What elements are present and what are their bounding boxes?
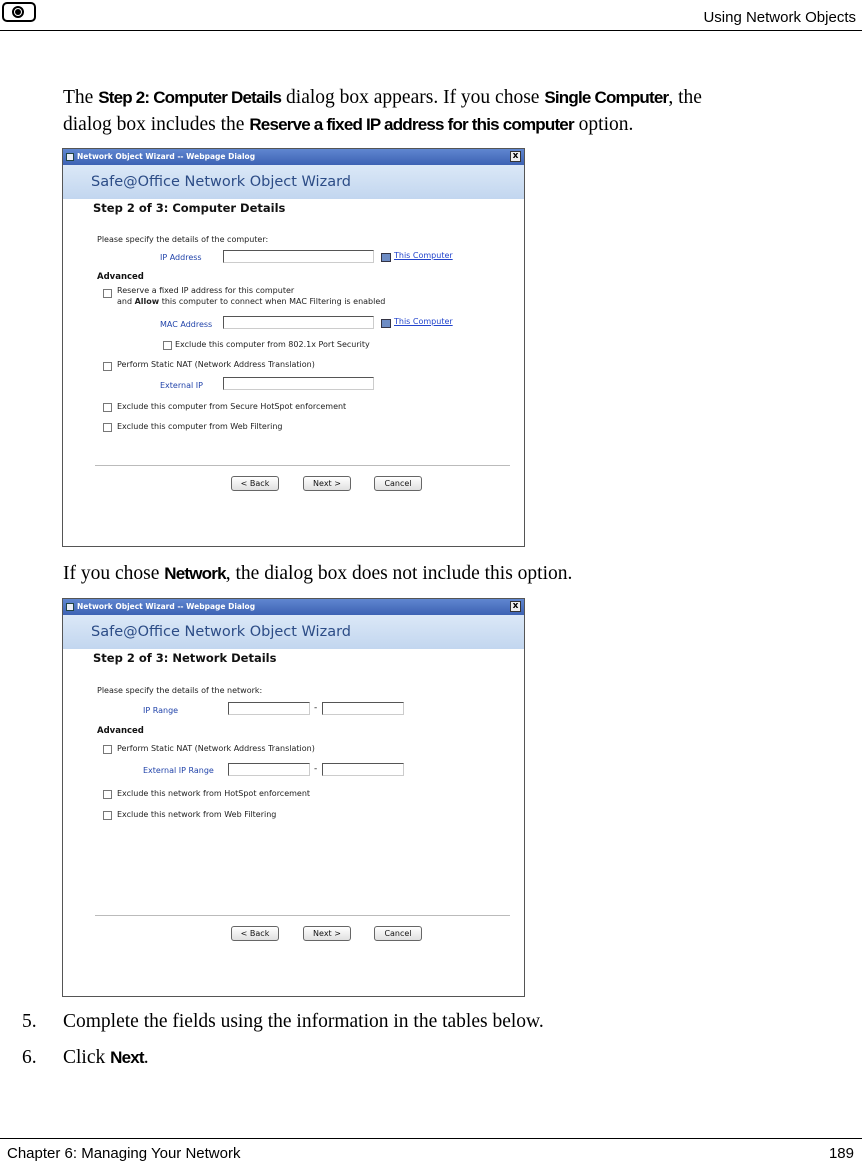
step-title: Step 2 of 3: Computer Details [93,201,286,215]
external-ip-field[interactable] [223,377,374,390]
ip-range-end-field[interactable] [322,702,404,715]
header-rule [0,30,862,31]
static-nat-checkbox[interactable] [103,362,112,371]
exclude-8021x-checkbox[interactable] [163,341,172,350]
exclude-web-checkbox[interactable] [103,423,112,432]
window-icon [66,153,74,161]
ip-address-label: IP Address [160,253,202,262]
this-computer-link-2[interactable]: This Computer [394,317,453,326]
wizard-banner: Safe@Office Network Object Wizard [63,615,524,649]
cancel-button[interactable]: Cancel [374,926,422,941]
instructions: Please specify the details of the networ… [97,686,263,695]
next-button[interactable]: Next > [303,476,351,491]
step-5: 5. Complete the fields using the informat… [22,1011,544,1032]
external-ip-label: External IP [160,381,203,390]
static-nat-label: Perform Static NAT (Network Address Tran… [117,744,315,753]
cancel-button[interactable]: Cancel [374,476,422,491]
external-ip-end-field[interactable] [322,763,404,776]
exclude-hotspot-label: Exclude this network from HotSpot enforc… [117,789,311,798]
exclude-hotspot-checkbox[interactable] [103,790,112,799]
next-button[interactable]: Next > [303,926,351,941]
ip-address-field[interactable] [223,250,374,263]
footer-chapter: Chapter 6: Managing Your Network [7,1145,241,1162]
computer-details-dialog: Network Object Wizard -- Webpage Dialog … [62,148,525,547]
dialog-titlebar: Network Object Wizard -- Webpage Dialog … [63,149,524,165]
ip-range-start-field[interactable] [228,702,310,715]
ip-range-label: IP Range [143,706,179,715]
window-icon [66,603,74,611]
separator [95,465,510,466]
footer-rule [0,1138,862,1139]
exclude-web-checkbox[interactable] [103,811,112,820]
instructions: Please specify the details of the comput… [97,235,269,244]
computer-icon [381,319,391,328]
wizard-banner: Safe@Office Network Object Wizard [63,165,524,199]
reserve-label: Reserve a fixed IP address for this comp… [117,286,295,295]
close-icon[interactable]: x [510,601,521,612]
dialog-titlebar: Network Object Wizard -- Webpage Dialog … [63,599,524,615]
exclude-web-label: Exclude this network from Web Filtering [117,810,277,819]
static-nat-label: Perform Static NAT (Network Address Tran… [117,360,315,369]
mac-address-field[interactable] [223,316,374,329]
back-button[interactable]: < Back [231,476,279,491]
page-number: 189 [828,1145,854,1162]
external-ip-start-field[interactable] [228,763,310,776]
reserve-checkbox[interactable] [103,289,112,298]
logo-icon [2,2,36,22]
header-title: Using Network Objects [703,9,856,26]
separator [95,915,510,916]
this-computer-link[interactable]: This Computer [394,251,453,260]
exclude-hotspot-checkbox[interactable] [103,403,112,412]
step-6: 6. Click Next. [22,1047,149,1068]
external-ip-range-label: External IP Range [143,766,214,775]
advanced-heading: Advanced [97,272,144,282]
reserve-label-2: and Allow this computer to connect when … [117,297,386,306]
static-nat-checkbox[interactable] [103,745,112,754]
close-icon[interactable]: x [510,151,521,162]
network-paragraph: If you chose Network, the dialog box doe… [63,563,573,584]
intro-paragraph: The Step 2: Computer Details dialog box … [63,87,702,135]
back-button[interactable]: < Back [231,926,279,941]
step-title: Step 2 of 3: Network Details [93,651,277,665]
mac-address-label: MAC Address [160,320,213,329]
range-dash: - [314,764,318,774]
network-details-dialog: Network Object Wizard -- Webpage Dialog … [62,598,525,997]
exclude-hotspot-label: Exclude this computer from Secure HotSpo… [117,402,347,411]
exclude-8021x-label: Exclude this computer from 802.1x Port S… [175,340,370,349]
exclude-web-label: Exclude this computer from Web Filtering [117,422,283,431]
advanced-heading: Advanced [97,726,144,736]
range-dash: - [314,703,318,713]
computer-icon [381,253,391,262]
